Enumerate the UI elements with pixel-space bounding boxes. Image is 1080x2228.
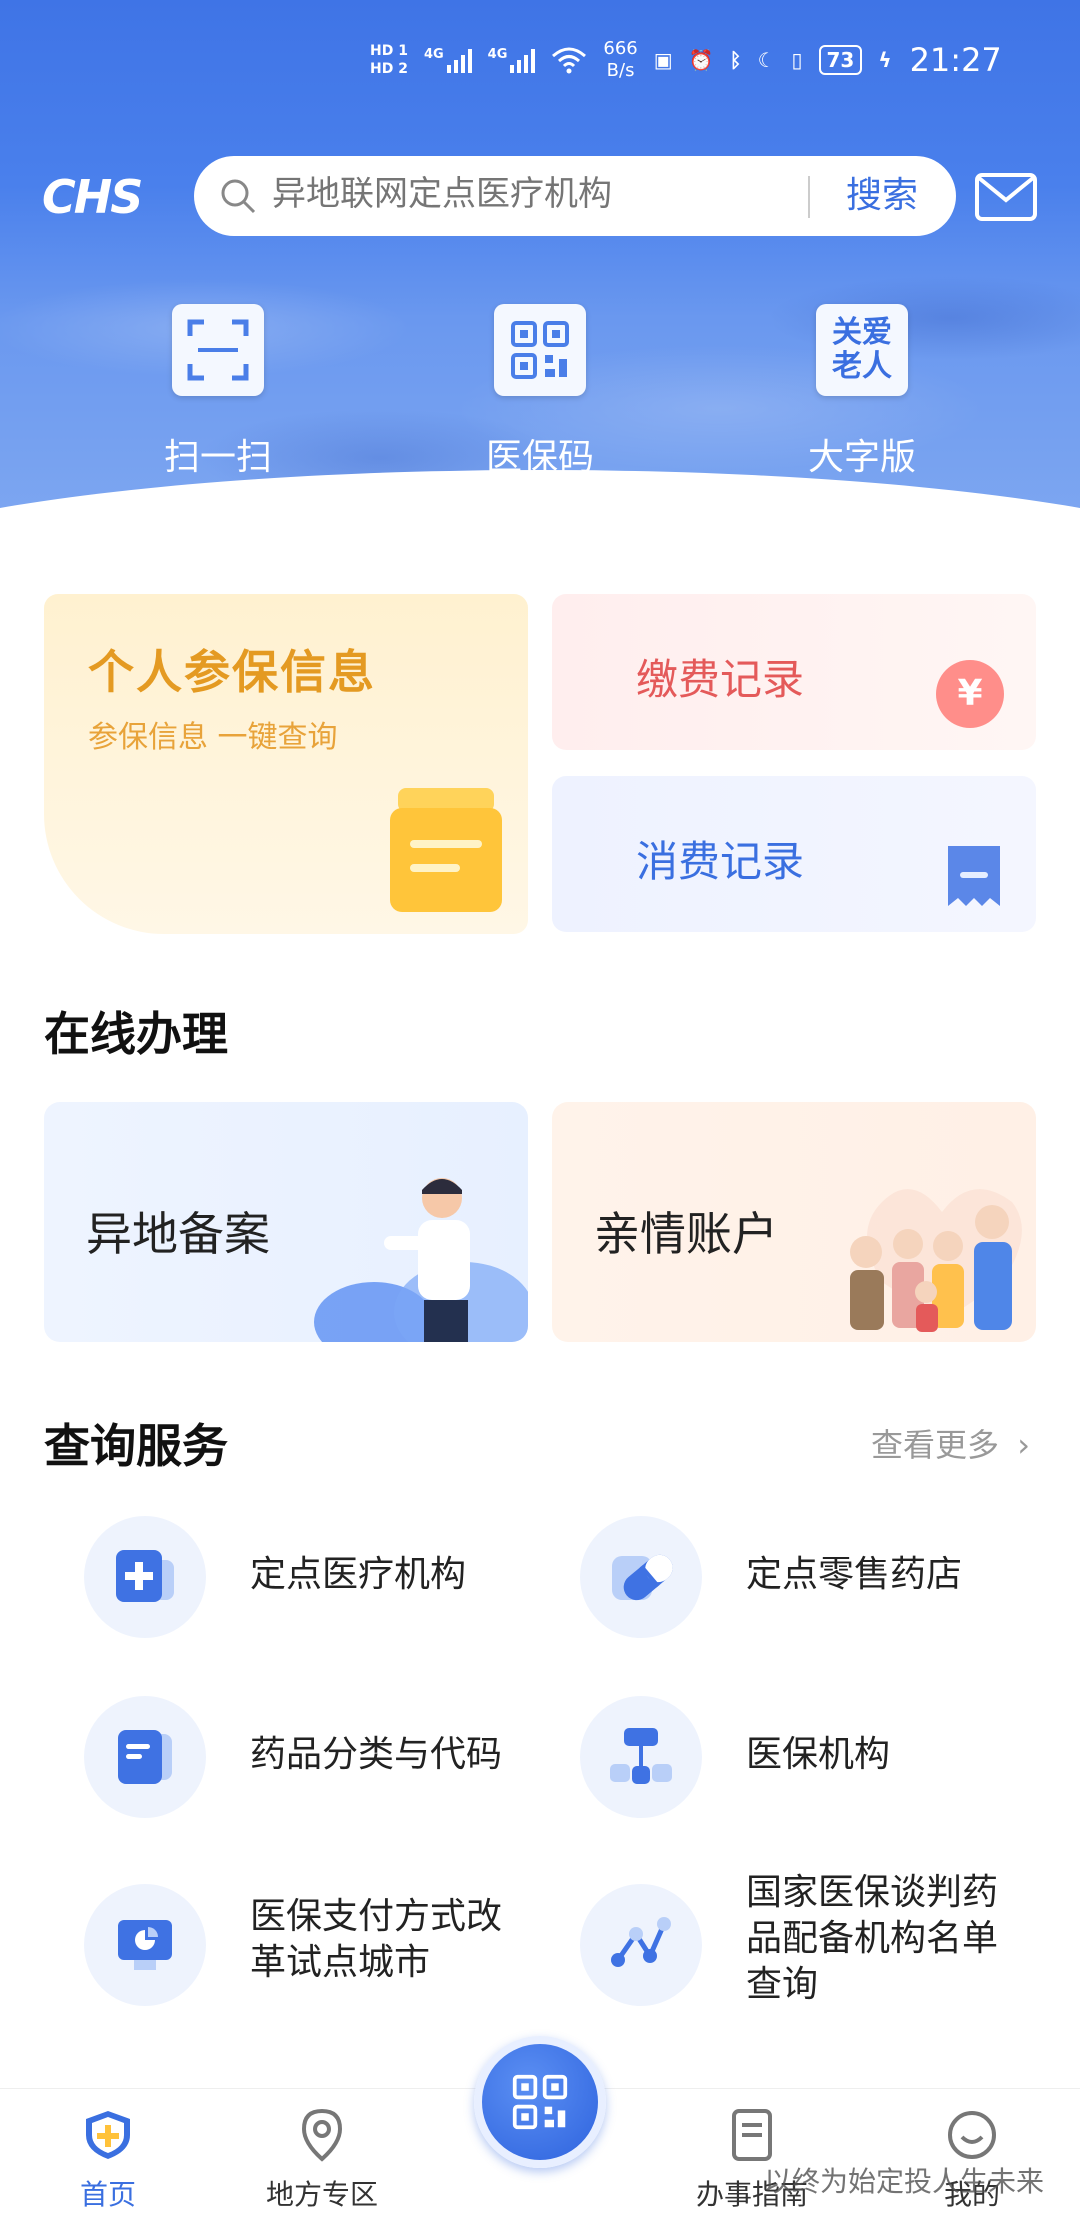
- monitor-chart-icon: [84, 1884, 206, 2006]
- service-drug-classification[interactable]: 药品分类与代码: [44, 1692, 524, 1822]
- network-icon: [580, 1884, 702, 2006]
- query-section-title: 查询服务: [44, 1419, 228, 1473]
- elderly-care-icon: 关爱 老人: [816, 304, 908, 396]
- family-account-card[interactable]: 亲情账户: [552, 1102, 1036, 1342]
- payment-records-card[interactable]: 缴费记录 ¥: [552, 594, 1036, 750]
- service-negotiated-drugs[interactable]: 国家医保谈判药 品配备机构名单 查询: [540, 1872, 1020, 2030]
- nfc-icon: ▣: [653, 48, 673, 72]
- hospital-cross-icon: [84, 1516, 206, 1638]
- bluetooth-icon: ᛒ: [729, 48, 742, 72]
- net-speed: 666 B/s: [603, 38, 638, 81]
- location-pin-icon: [301, 2108, 343, 2162]
- remote-filing-card[interactable]: 异地备案: [44, 1102, 528, 1342]
- scan-action[interactable]: 扫一扫: [108, 290, 328, 490]
- yen-icon: ¥: [936, 660, 1004, 728]
- search-divider: [808, 176, 810, 218]
- chs-logo: CHS: [42, 170, 143, 224]
- battery-indicator: 73: [818, 45, 863, 75]
- smiley-icon: [948, 2111, 996, 2159]
- online-section-title: 在线办理: [44, 1007, 228, 1061]
- charging-icon: ϟ: [878, 48, 892, 72]
- top-bar: CHS 搜索: [0, 156, 1080, 240]
- mail-icon[interactable]: [974, 172, 1038, 222]
- large-font-action[interactable]: 关爱 老人 大字版: [752, 290, 972, 490]
- shield-home-icon: [86, 2111, 130, 2159]
- nav-local-zone[interactable]: 地方专区: [242, 2107, 402, 2213]
- search-input[interactable]: [272, 164, 792, 224]
- nav-home[interactable]: 首页: [28, 2107, 188, 2213]
- spending-records-card[interactable]: 消费记录: [552, 776, 1036, 932]
- status-bar: HD 1 HD 2 4G 4G 666 B/s ▣ ⏰ ᛒ ☾ ▯ 73 ϟ 2…: [370, 30, 1040, 90]
- wifi-icon: [552, 47, 587, 74]
- search-button[interactable]: 搜索: [824, 168, 940, 224]
- service-designated-hospitals[interactable]: 定点医疗机构: [44, 1512, 524, 1642]
- qr-code-icon: [512, 2074, 568, 2130]
- search-icon: [221, 179, 256, 214]
- org-chart-icon: [580, 1696, 702, 1818]
- service-insurance-agencies[interactable]: 医保机构: [540, 1692, 1020, 1822]
- qr-code-icon: [494, 304, 586, 396]
- chevron-right-icon: ›: [1017, 1426, 1030, 1464]
- scan-icon: [172, 304, 264, 396]
- vibrate-icon: ▯: [791, 48, 803, 72]
- insurance-info-card[interactable]: 个人参保信息 参保信息 一键查询: [44, 594, 528, 934]
- view-more-link[interactable]: 查看更多 ›: [871, 1420, 1030, 1466]
- search-bar[interactable]: 搜索: [194, 156, 956, 236]
- moon-icon: ☾: [757, 48, 776, 72]
- medical-code-action[interactable]: 医保码: [430, 290, 650, 490]
- wallet-icon: [390, 788, 502, 912]
- quick-actions: 扫一扫 医保码 关爱 老人 大字版: [0, 290, 1080, 510]
- receipt-icon: [948, 846, 1000, 906]
- person-illustration: [314, 1178, 528, 1342]
- family-illustration: [850, 1189, 1022, 1332]
- alarm-icon: ⏰: [688, 48, 714, 72]
- signal-icon: 4G: [488, 47, 536, 73]
- clock: 21:27: [909, 41, 1002, 79]
- document-icon: [84, 1696, 206, 1818]
- service-payment-reform-cities[interactable]: 医保支付方式改 革试点城市: [44, 1880, 524, 2010]
- signal-icon: 4G: [424, 47, 472, 73]
- service-retail-pharmacies[interactable]: 定点零售药店: [540, 1512, 1020, 1642]
- pill-icon: [580, 1516, 702, 1638]
- hd-indicator: HD 1 HD 2: [370, 43, 408, 77]
- watermark: 以终为始定投人生未来: [763, 2165, 1044, 2198]
- document-icon: [732, 2109, 772, 2161]
- qr-code-fab[interactable]: [474, 2036, 606, 2168]
